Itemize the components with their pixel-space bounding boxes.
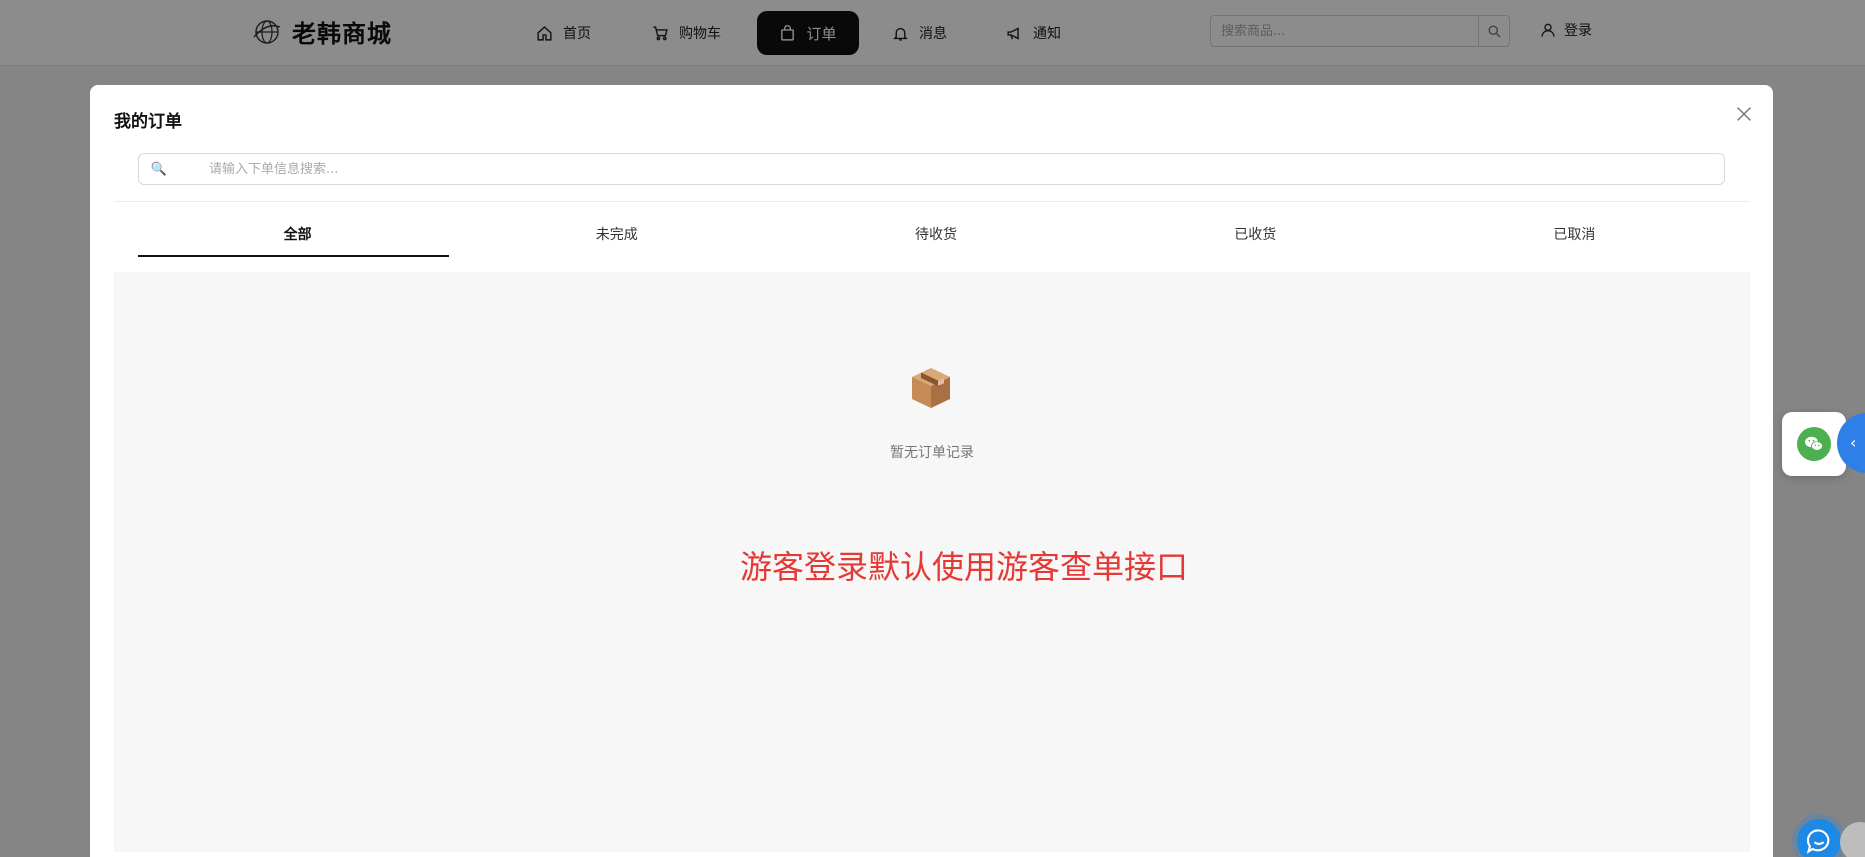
orders-content: 暂无订单记录 游客登录默认使用游客查单接口 [114, 272, 1750, 852]
close-button[interactable] [1733, 103, 1755, 125]
order-search: 🔍 [138, 153, 1725, 185]
tab-incomplete[interactable]: 未完成 [457, 217, 776, 259]
tab-all[interactable]: 全部 [138, 217, 457, 259]
empty-state-text: 暂无订单记录 [890, 445, 974, 461]
close-icon [1737, 107, 1751, 121]
chevron-left-icon: ‹ [1850, 433, 1857, 452]
magnifier-icon: 🔍 [150, 161, 168, 177]
guest-notice: 游客登录默认使用游客查单接口 [739, 548, 1188, 586]
orders-modal: 我的订单 🔍 全部 未完成 待收货 已收货 已取消 暂无订单记录 游客登录默认使… [90, 85, 1773, 857]
modal-title: 我的订单 [114, 112, 182, 132]
chat-support-button[interactable] [1797, 819, 1841, 857]
package-icon [912, 368, 950, 408]
order-search-input[interactable] [179, 161, 1724, 177]
wechat-icon [1797, 427, 1831, 461]
order-status-tabs: 全部 未完成 待收货 已收货 已取消 [138, 217, 1734, 259]
tab-cancelled[interactable]: 已取消 [1415, 217, 1734, 259]
tab-received[interactable]: 已收货 [1096, 217, 1415, 259]
chat-icon [1806, 829, 1830, 854]
tab-pending-receipt[interactable]: 待收货 [776, 217, 1095, 259]
divider [114, 201, 1750, 202]
